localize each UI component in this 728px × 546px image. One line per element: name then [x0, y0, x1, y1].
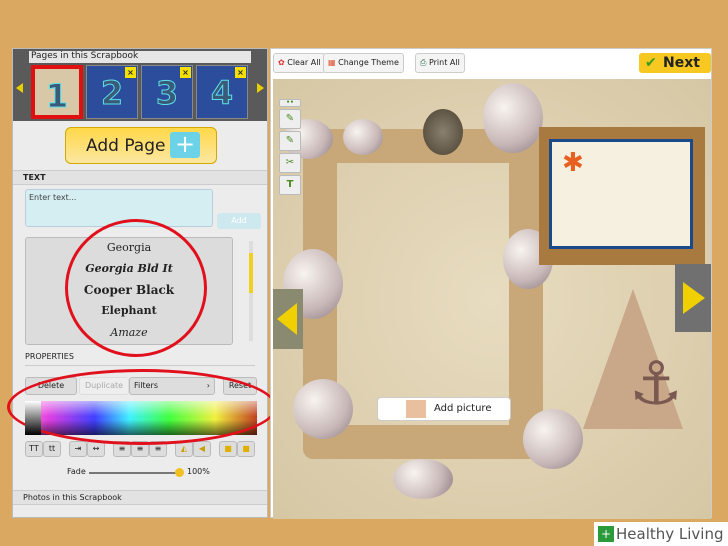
filters-label: Filters [134, 381, 158, 390]
page-number: 2 [100, 74, 124, 113]
chevron-right-icon: › [206, 381, 210, 390]
grayscale-picker[interactable] [25, 401, 41, 435]
shell [483, 83, 543, 153]
page-number: 3 [155, 74, 179, 113]
delete-page-icon[interactable]: × [235, 67, 246, 78]
font-option[interactable]: Georgia [26, 241, 232, 254]
pen-icon[interactable]: ✎ [279, 109, 301, 129]
logo-icon: + [598, 526, 614, 542]
page-thumb-3[interactable]: 3 × [141, 65, 193, 119]
duplicate-button[interactable]: Duplicate [79, 377, 129, 395]
fade-label: Fade [67, 467, 86, 476]
print-all-label: Print All [428, 58, 460, 67]
fade-slider-track[interactable] [89, 472, 179, 474]
shell [343, 119, 383, 155]
align-right-icon[interactable]: ≡ [149, 441, 167, 457]
clear-all-button[interactable]: ✿ Clear All [273, 53, 326, 73]
printer-icon: ⎙ [420, 58, 427, 67]
photos-section-header: Photos in this Scrapbook [13, 490, 267, 505]
arrow-right-icon [683, 282, 705, 314]
page-thumb-4[interactable]: 4 × [196, 65, 248, 119]
flower-icon: ✱ [562, 148, 584, 178]
anchor-icon: ⚓ [629, 349, 683, 419]
toolbar-collapse[interactable]: •• [279, 99, 301, 107]
add-picture-button[interactable]: Add picture [377, 397, 511, 421]
clear-all-label: Clear All [287, 58, 321, 67]
text-tool-icon[interactable]: T [279, 175, 301, 195]
note-card: ✱ [549, 139, 693, 249]
theme-grid-icon: ▦ [328, 58, 336, 67]
shell [293, 379, 353, 439]
pages-strip: Pages in this Scrapbook 1 2 × 3 × 4 × [13, 49, 267, 121]
watermark-text: Healthy Living [616, 525, 724, 543]
shell [523, 409, 583, 469]
text-input[interactable]: Enter text... [25, 189, 213, 227]
expand-icon[interactable]: ↔ [87, 441, 105, 457]
page-thumb-2[interactable]: 2 × [86, 65, 138, 119]
next-page-button[interactable] [675, 264, 711, 332]
add-page-label: Add Page [86, 135, 166, 156]
checkmark-icon: ✔ [645, 55, 657, 71]
page-number: 4 [210, 74, 234, 113]
prev-page-arrow-icon[interactable] [16, 83, 23, 93]
page-number: 1 [45, 77, 69, 116]
text-size-icon[interactable]: TT [25, 441, 43, 457]
next-page-arrow-icon[interactable] [257, 83, 264, 93]
font-list-scrollbar[interactable] [249, 241, 253, 341]
arrow-left-icon [277, 303, 297, 335]
add-text-button[interactable]: Add [217, 213, 261, 229]
page-thumb-1[interactable]: 1 [31, 65, 83, 119]
font-option[interactable]: Elephant [26, 304, 232, 317]
next-button[interactable]: ✔ Next [639, 53, 711, 73]
filters-dropdown[interactable]: Filters › [129, 377, 215, 395]
print-all-button[interactable]: ⎙ Print All [415, 53, 465, 73]
fade-value: 100% [187, 467, 210, 476]
text-section-header: TEXT [13, 170, 267, 185]
scissors-icon[interactable]: ✂ [279, 153, 301, 173]
delete-button[interactable]: Delete [25, 377, 77, 395]
brush-icon[interactable]: ✎ [279, 131, 301, 151]
align-left-icon[interactable]: ≡ [113, 441, 131, 457]
send-backward-icon[interactable]: ■ [237, 441, 255, 457]
divider [25, 365, 255, 366]
flip-vertical-icon[interactable]: ◀ [193, 441, 211, 457]
condense-icon[interactable]: ⇥ [69, 441, 87, 457]
flip-horizontal-icon[interactable]: ◭ [175, 441, 193, 457]
font-option[interactable]: Cooper Black [26, 283, 232, 297]
add-page-button[interactable]: Add Page + [65, 127, 217, 164]
text-style-icon[interactable]: tt [43, 441, 61, 457]
shell [423, 109, 463, 155]
change-theme-label: Change Theme [338, 58, 399, 67]
page-canvas[interactable]: ✱ ⚓ Add picture •• ✎ ✎ ✂ T [273, 79, 711, 519]
color-picker[interactable] [25, 401, 257, 435]
shell [393, 459, 453, 499]
photo-icon [406, 400, 426, 418]
delete-page-icon[interactable]: × [180, 67, 191, 78]
scrapbook-canvas: ✿ Clear All ▦ Change Theme ⎙ Print All ✔… [270, 48, 712, 519]
bring-forward-icon[interactable]: ■ [219, 441, 237, 457]
font-option[interactable]: Amaze [26, 326, 232, 339]
watermark: + Healthy Living [594, 522, 728, 546]
plus-icon: + [170, 132, 200, 158]
change-theme-button[interactable]: ▦ Change Theme [323, 53, 404, 73]
prev-page-button[interactable] [273, 289, 303, 349]
font-option[interactable]: Georgia Bld It [26, 262, 232, 275]
clear-icon: ✿ [278, 58, 285, 67]
fade-slider-handle[interactable] [175, 468, 184, 477]
add-picture-label: Add picture [434, 403, 492, 414]
properties-header: PROPERTIES [25, 352, 74, 361]
next-label: Next [663, 55, 700, 71]
delete-page-icon[interactable]: × [125, 67, 136, 78]
left-panel: Pages in this Scrapbook 1 2 × 3 × 4 × Add P… [7, 48, 277, 518]
font-list[interactable]: Georgia Georgia Bld It Cooper Black Elep… [25, 237, 233, 345]
align-center-icon[interactable]: ≡ [131, 441, 149, 457]
reset-button[interactable]: Reset [223, 377, 257, 395]
pages-title: Pages in this Scrapbook [29, 51, 251, 63]
